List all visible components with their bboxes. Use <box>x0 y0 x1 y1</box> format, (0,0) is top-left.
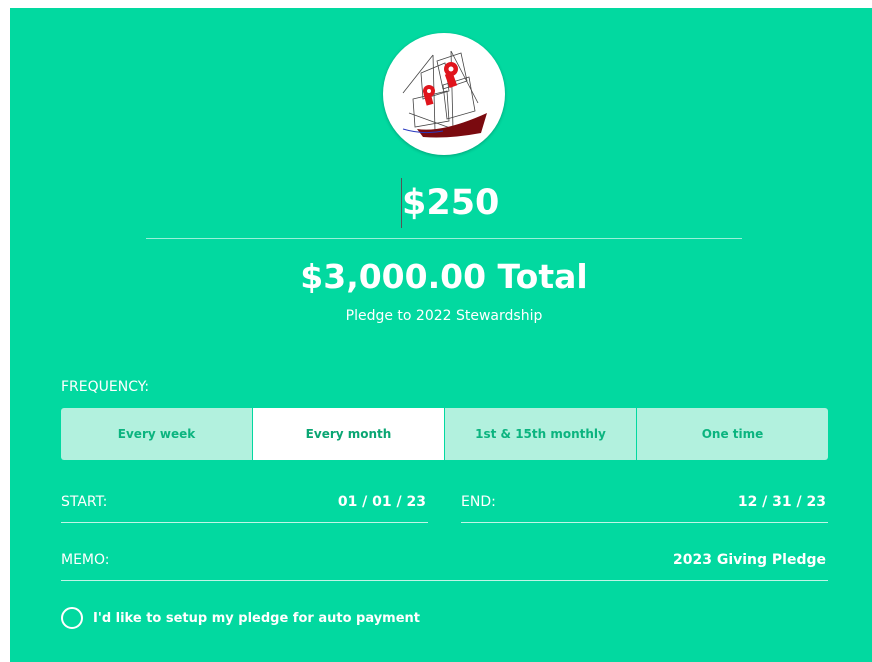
frequency-option-one-time[interactable]: One time <box>637 408 828 460</box>
frequency-label: FREQUENCY: <box>61 379 150 395</box>
end-date-field[interactable]: END: 12 / 31 / 23 <box>461 482 828 523</box>
frequency-option-every-month[interactable]: Every month <box>253 408 445 460</box>
end-date-label: END: <box>461 494 496 510</box>
frequency-option-1st-15th-monthly[interactable]: 1st & 15th monthly <box>445 408 637 460</box>
pledge-amount-input[interactable]: $250 <box>146 176 742 239</box>
auto-payment-label: I'd like to setup my pledge for auto pay… <box>93 610 421 626</box>
auto-payment-radio[interactable] <box>61 607 83 629</box>
memo-label: MEMO: <box>61 552 110 568</box>
frequency-option-every-week[interactable]: Every week <box>61 408 253 460</box>
start-date-field[interactable]: START: 01 / 01 / 23 <box>61 482 428 523</box>
pledge-subtitle: Pledge to 2022 Stewardship <box>345 308 543 324</box>
end-date-value: 12 / 31 / 23 <box>737 494 826 510</box>
pledge-amount-value: $250 <box>402 183 500 223</box>
start-date-label: START: <box>61 494 108 510</box>
auto-payment-option[interactable]: I'd like to setup my pledge for auto pay… <box>61 606 420 630</box>
memo-field[interactable]: MEMO: 2023 Giving Pledge <box>61 540 828 581</box>
start-date-value: 01 / 01 / 23 <box>337 494 426 510</box>
pledge-total: $3,000.00 Total <box>300 257 588 296</box>
ship-logo-icon <box>383 33 505 155</box>
frequency-selector: Every week Every month 1st & 15th monthl… <box>61 408 828 460</box>
pledge-panel: $250 $3,000.00 Total Pledge to 2022 Stew… <box>10 8 872 662</box>
memo-value: 2023 Giving Pledge <box>672 552 826 568</box>
